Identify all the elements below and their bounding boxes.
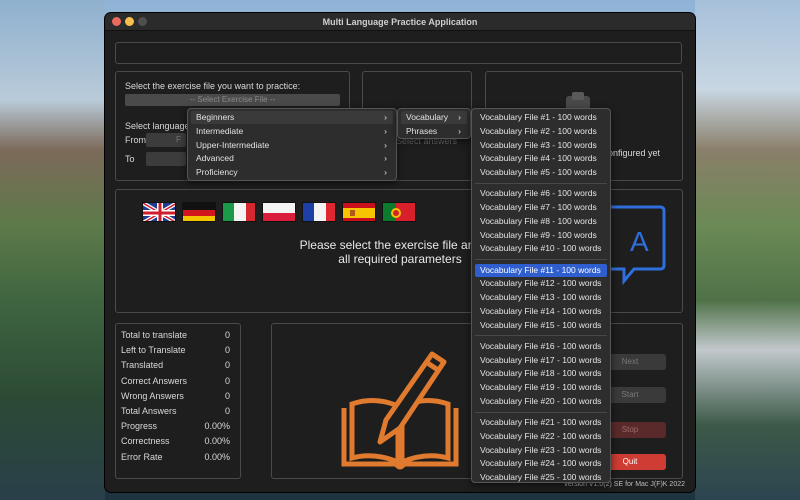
menu-item-vocabulary-file[interactable]: Vocabulary File #8 - 100 words [475,215,607,228]
menu-item-vocabulary-file[interactable]: Vocabulary File #7 - 100 words [475,201,607,214]
vocabulary-file-submenu: Vocabulary File #1 - 100 words Vocabulary… [471,108,611,483]
menu-item-vocabulary-file[interactable]: Vocabulary File #24 - 100 words [475,457,607,470]
window-title: Multi Language Practice Application [322,17,478,27]
stat-value: 0 [224,375,230,386]
stat-label: Correct Answers [121,375,188,386]
menu-item-vocabulary-file[interactable]: Vocabulary File #6 - 100 words [475,187,607,200]
menu-item-level[interactable]: Proficiency › [191,166,393,179]
menu-item-vocabulary-file[interactable]: Vocabulary File #1 - 100 words [475,111,607,124]
config-status-text: onfigured yet [608,148,661,158]
menu-item-vocabulary-file[interactable]: Vocabulary File #9 - 100 words [475,229,607,242]
menu-item-vocabulary-file[interactable]: Vocabulary File #15 - 100 words [475,319,607,332]
menu-item-vocabulary-file[interactable]: Vocabulary File #3 - 100 words [475,139,607,152]
chevron-right-icon: › [384,125,387,136]
menu-item-label: Upper-Intermediate [196,139,270,150]
stat-label: Wrong Answers [121,390,184,401]
menu-item-vocabulary-file[interactable]: Vocabulary File #21 - 100 words [475,416,607,429]
menu-item-type[interactable]: Phrases › [401,125,467,138]
flag-portugal-icon[interactable] [382,202,416,222]
stat-value: 0 [224,330,230,340]
flag-spain-icon[interactable] [342,202,376,222]
stat-label: Translated [121,360,164,371]
menu-item-vocabulary-file[interactable]: Vocabulary File #17 - 100 words [475,354,607,367]
menu-separator [475,182,607,184]
menu-separator [475,411,607,413]
menu-item-vocabulary-file[interactable]: Vocabulary File #18 - 100 words [475,367,607,380]
menu-item-vocabulary-file[interactable]: Vocabulary File #13 - 100 words [475,291,607,304]
stat-label: Error Rate [121,451,163,462]
menu-item-vocabulary-file[interactable]: Vocabulary File #16 - 100 words [475,340,607,353]
exercise-file-prompt: Select the exercise file you want to pra… [125,81,301,91]
menu-item-vocabulary-file[interactable]: Vocabulary File #23 - 100 words [475,444,607,457]
menu-item-level[interactable]: Intermediate › [191,125,393,138]
book-pencil-icon [341,351,459,470]
stat-value: 0.00% [204,436,230,447]
menu-item-level[interactable]: Upper-Intermediate › [191,139,393,152]
stat-label: Left to Translate [121,345,186,356]
chevron-right-icon: › [384,139,387,150]
level-menu: Beginners › Intermediate › Upper-Intermediat… [187,108,397,181]
flag-uk-icon[interactable] [142,202,176,222]
menu-item-label: Beginners [196,112,235,122]
to-label: To [125,154,135,164]
menu-separator [475,259,607,260]
flag-france-icon[interactable] [302,202,336,222]
type-submenu: Vocabulary › Phrases › [397,108,471,139]
menu-separator [475,335,607,337]
menu-item-vocabulary-file[interactable]: Vocabulary File #22 - 100 words [475,430,607,443]
stat-value: 0 [224,390,230,401]
stat-label: Correctness [121,436,170,447]
menu-item-vocabulary-file[interactable]: Vocabulary File #5 - 100 words [475,166,607,179]
menu-item-level[interactable]: Advanced › [191,152,393,165]
stat-value: 0 [224,345,230,356]
menu-item-vocabulary-file[interactable]: Vocabulary File #10 - 100 words [475,242,607,255]
title-bar: Multi Language Practice Application [105,13,695,31]
language-label: Select language [125,121,190,131]
stat-value: 0.00% [204,451,230,462]
menu-item-label: Advanced [196,153,234,164]
chevron-right-icon: › [384,153,387,164]
menu-item-vocabulary-file[interactable]: Vocabulary File #25 - 100 words [475,471,607,484]
menu-item-vocabulary-file[interactable]: Vocabulary File #20 - 100 words [475,395,607,408]
menu-item-vocabulary-file[interactable]: Vocabulary File #12 - 100 words [475,277,607,290]
flag-germany-icon[interactable] [182,202,216,222]
svg-text:A: A [630,226,649,257]
from-label: From [125,135,146,145]
flag-poland-icon[interactable] [262,202,296,222]
menu-item-vocabulary-file[interactable]: Vocabulary File #2 - 100 words [475,125,607,138]
desktop-wallpaper-left [0,0,105,500]
menu-item-level[interactable]: Beginners › [191,111,393,124]
menu-item-label: Vocabulary [406,112,449,122]
stat-value: 0.00% [204,421,230,432]
menu-item-vocabulary-file[interactable]: Vocabulary File #4 - 100 words [475,152,607,165]
chevron-right-icon: › [384,112,387,122]
menu-item-label: Proficiency [196,167,238,178]
stat-value: 0 [224,360,230,371]
from-language-select[interactable]: F [146,133,186,147]
flag-italy-icon[interactable] [222,202,256,222]
desktop-wallpaper-right [695,0,800,500]
chevron-right-icon: › [458,112,461,122]
exercise-file-dropdown[interactable]: -- Select Exercise File -- [125,94,340,106]
menu-item-type[interactable]: Vocabulary › [401,111,467,124]
menu-item-vocabulary-file[interactable]: Vocabulary File #11 - 100 words [475,263,607,277]
stat-value: 0 [224,406,230,416]
top-status-field [115,42,682,64]
to-language-select[interactable] [146,152,186,166]
stat-label: Total Answers [121,406,177,416]
stat-label: Total to translate [121,330,188,340]
menu-item-vocabulary-file[interactable]: Vocabulary File #14 - 100 words [475,305,607,318]
chevron-right-icon: › [458,125,461,136]
menu-item-vocabulary-file[interactable]: Vocabulary File #19 - 100 words [475,381,607,394]
menu-item-label: Phrases [406,125,438,136]
statistics-panel: Total to translate 0 Left to Translate 0 Tra… [115,323,241,479]
chevron-right-icon: › [384,167,387,178]
from-language-value: F [176,135,181,144]
menu-item-label: Intermediate [196,125,244,136]
stat-label: Progress [121,421,158,432]
